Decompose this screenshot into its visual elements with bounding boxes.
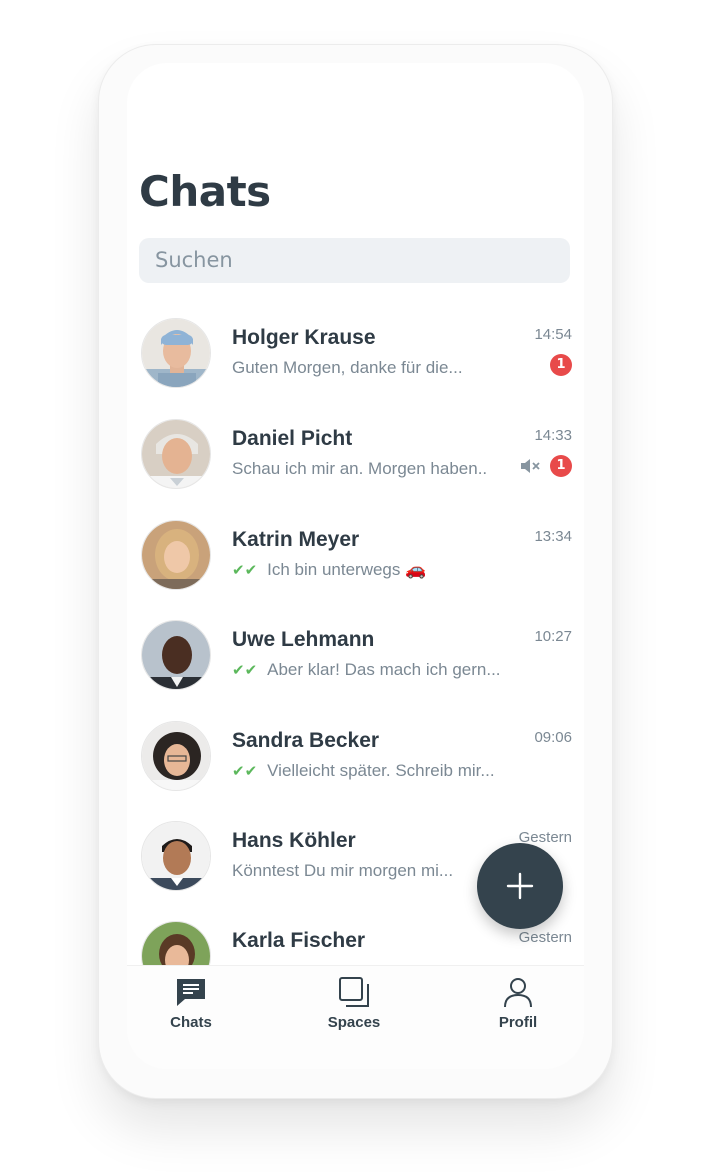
tab-spaces[interactable]: Spaces (294, 976, 414, 1031)
chat-time: 14:54 (534, 326, 572, 343)
plus-icon (506, 872, 534, 900)
chat-name: Uwe Lehmann (232, 628, 375, 651)
tab-profil[interactable]: Profil (458, 976, 578, 1031)
chat-name: Daniel Picht (232, 427, 353, 450)
chat-bubble-icon (177, 979, 205, 1006)
tab-chats[interactable]: Chats (131, 976, 251, 1031)
avatar (141, 721, 211, 791)
tab-label: Chats (170, 1014, 212, 1031)
new-chat-button[interactable] (477, 843, 563, 929)
chat-preview: ✔✔ Ich bin unterwegs 🚗 (232, 560, 427, 579)
avatar (141, 620, 211, 690)
bottom-tab-bar: Chats Spaces Profil (127, 965, 584, 1069)
chat-preview: Guten Morgen, danke für die... (232, 358, 463, 377)
chat-time: Gestern (518, 929, 572, 946)
search-input[interactable]: Suchen (139, 238, 570, 283)
unread-badge: 1 (550, 455, 572, 477)
read-ticks-icon: ✔✔ (232, 763, 258, 780)
chat-row-uwe-lehmann[interactable]: Uwe Lehmann ✔✔ Aber klar! Das mach ich ge… (127, 620, 584, 720)
app-screen: Chats Suchen Holger Krause Guten Morgen,… (127, 63, 584, 1069)
spaces-icon (339, 977, 369, 1007)
chat-time: 09:06 (534, 729, 572, 746)
tab-label: Profil (498, 1014, 538, 1031)
chat-time: 14:33 (534, 427, 572, 444)
unread-badge: 1 (550, 354, 572, 376)
avatar (141, 419, 211, 489)
chat-name: Katrin Meyer (232, 528, 360, 551)
avatar (141, 520, 211, 590)
chat-row-holger-krause[interactable]: Holger Krause Guten Morgen, danke für di… (127, 318, 584, 418)
page-title: Chats (139, 167, 271, 216)
chat-name: Sandra Becker (232, 729, 380, 752)
chat-row-daniel-picht[interactable]: Daniel Picht Schau ich mir an. Morgen ha… (127, 419, 584, 519)
chat-time: 13:34 (534, 528, 572, 545)
avatar (141, 318, 211, 388)
tab-label: Spaces (327, 1014, 381, 1031)
read-ticks-icon: ✔✔ (232, 662, 258, 679)
chat-preview: ✔✔ Aber klar! Das mach ich gern... (232, 660, 501, 679)
chat-row-katrin-meyer[interactable]: Katrin Meyer ✔✔ Ich bin unterwegs 🚗 13:34 (127, 520, 584, 620)
chat-preview: ✔✔ Vielleicht später. Schreib mir... (232, 761, 495, 780)
chat-name: Holger Krause (232, 326, 376, 349)
chat-name: Karla Fischer (232, 929, 366, 952)
read-ticks-icon: ✔✔ (232, 562, 258, 579)
chat-name: Hans Köhler (232, 829, 356, 852)
chat-row-sandra-becker[interactable]: Sandra Becker ✔✔ Vielleicht später. Schre… (127, 721, 584, 821)
person-icon (504, 978, 532, 1008)
avatar (141, 821, 211, 891)
chat-preview: Könntest Du mir morgen mi... (232, 861, 454, 880)
chat-time: 10:27 (534, 628, 572, 645)
mute-icon (520, 457, 542, 479)
chat-preview: Schau ich mir an. Morgen haben.. (232, 459, 488, 478)
phone-frame: Chats Suchen Holger Krause Guten Morgen,… (98, 44, 613, 1099)
